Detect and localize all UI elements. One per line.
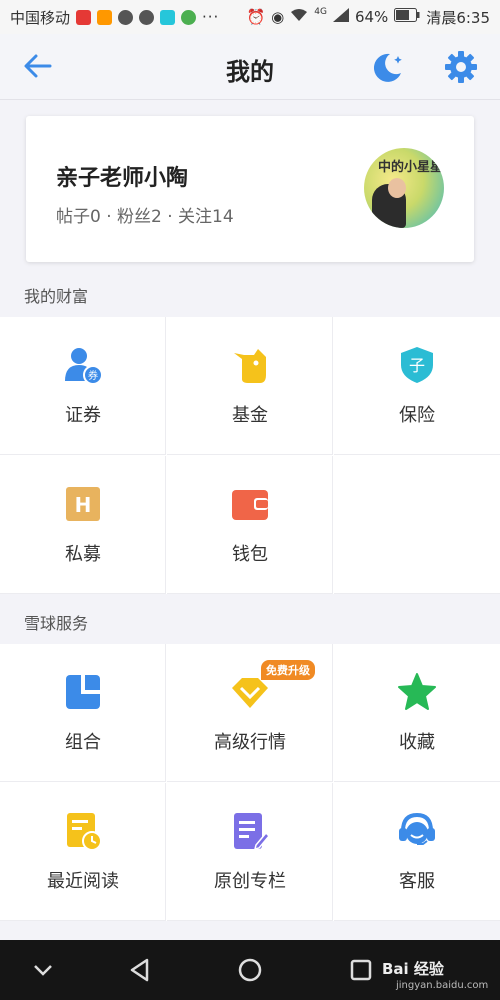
chat-app-icon — [160, 9, 176, 25]
more-notifications-icon: ··· — [202, 8, 220, 26]
grid-item-securities[interactable]: 券 证券 — [0, 317, 166, 455]
grid-item-insurance[interactable]: 子 保险 — [334, 317, 500, 455]
alarm-icon: ⏰ — [246, 8, 266, 26]
hide-keyboard-icon[interactable] — [28, 955, 58, 985]
wifi-icon — [290, 8, 308, 26]
avatar-caption: 中的小星星 — [378, 160, 444, 175]
grid-item-private-fund[interactable]: H 私募 — [0, 456, 166, 594]
battery-icon — [394, 8, 420, 26]
recent-apps-square-icon[interactable] — [346, 955, 376, 985]
clock: 清晨6:35 — [426, 8, 490, 27]
grid-item-label: 组合 — [65, 732, 101, 753]
grid-item-original-column[interactable]: 原创专栏 — [167, 783, 333, 921]
profile-stats: 帖子0 · 粉丝2 · 关注14 — [56, 207, 234, 227]
fund-icon — [234, 349, 266, 383]
insurance-glyph: 子 — [409, 356, 425, 375]
grid-item-advanced-quotes[interactable]: 免费升级 高级行情 — [167, 644, 333, 782]
grid-item-customer-service[interactable]: 客服 — [334, 783, 500, 921]
settings-button[interactable] — [442, 48, 480, 86]
grid-item-label: 保险 — [399, 405, 435, 426]
user-coupon-icon: 券 — [65, 348, 103, 385]
services-grid: 组合 免费升级 高级行情 收藏 最近阅读 原创专栏 客服 — [0, 644, 500, 921]
grid-item-fund[interactable]: 基金 — [167, 317, 333, 455]
grid-empty-cell — [334, 456, 500, 594]
gear-icon — [445, 51, 477, 83]
profile-card[interactable]: 亲子老师小陶 帖子0 · 粉丝2 · 关注14 中的小星星 — [26, 116, 474, 262]
avatar-face — [388, 178, 406, 198]
status-bar-left: 中国移动 ··· — [10, 7, 219, 28]
watermark: Bai 经验 — [382, 960, 444, 978]
signal-bars-icon — [332, 8, 349, 26]
column-edit-icon — [234, 813, 270, 851]
grid-item-favorites[interactable]: 收藏 — [334, 644, 500, 782]
watermark-url: jingyan.baidu.com — [396, 980, 489, 991]
free-upgrade-badge: 免费升级 — [261, 660, 315, 680]
grid-item-label: 原创专栏 — [214, 871, 286, 892]
news-app-icon — [76, 9, 92, 25]
avatar[interactable]: 中的小星星 — [364, 148, 444, 228]
camera-app-icon — [118, 9, 134, 25]
browser-app-icon — [181, 9, 197, 25]
carrier-label: 中国移动 — [10, 8, 71, 27]
customer-service-icon — [399, 812, 435, 845]
wealth-grid: 券 证券 基金 子 保险 H 私募 钱包 — [0, 317, 500, 594]
system-nav-bar: Bai 经验 jingyan.baidu.com — [0, 940, 500, 1000]
grid-item-label: 客服 — [399, 871, 435, 892]
video-app-icon — [97, 9, 113, 25]
private-fund-glyph: H — [75, 493, 92, 517]
back-triangle-icon[interactable] — [125, 955, 155, 985]
night-mode-button[interactable] — [368, 48, 406, 86]
grid-item-portfolio[interactable]: 组合 — [0, 644, 166, 782]
grid-item-label: 基金 — [232, 405, 268, 426]
grid-item-label: 私募 — [65, 544, 101, 565]
star-icon — [398, 673, 436, 710]
portfolio-icon — [66, 675, 100, 709]
home-circle-icon[interactable] — [235, 955, 265, 985]
grid-item-label: 高级行情 — [214, 732, 286, 753]
coupon-glyph: 券 — [88, 369, 98, 382]
grid-item-recent-reading[interactable]: 最近阅读 — [0, 783, 166, 921]
top-header: 我的 — [0, 34, 500, 100]
signal-icon: 4G — [314, 7, 327, 17]
battery-percent: 64% — [354, 8, 389, 26]
status-bar-right: ⏰ ◉ 4G 64% 清晨6:35 — [246, 7, 490, 28]
grid-item-wallet[interactable]: 钱包 — [167, 456, 333, 594]
moon-icon — [373, 53, 402, 82]
grid-item-label: 收藏 — [399, 732, 435, 753]
grid-item-label: 钱包 — [232, 544, 268, 565]
status-bar: 中国移动 ··· ⏰ ◉ 4G 64% 清晨6:35 — [0, 0, 500, 34]
eye-comfort-icon: ◉ — [271, 8, 285, 26]
wallet-icon — [232, 490, 268, 520]
services-section-title: 雪球服务 — [24, 614, 89, 633]
music-app-icon — [139, 9, 155, 25]
page-title: 我的 — [226, 58, 274, 86]
wealth-section-title: 我的财富 — [24, 287, 89, 306]
profile-name: 亲子老师小陶 — [56, 166, 189, 191]
insurance-shield-icon: 子 — [401, 347, 433, 383]
grid-item-label: 证券 — [65, 405, 101, 426]
private-fund-icon: H — [66, 487, 100, 521]
recent-reading-icon — [67, 813, 102, 851]
grid-item-label: 最近阅读 — [47, 871, 119, 892]
